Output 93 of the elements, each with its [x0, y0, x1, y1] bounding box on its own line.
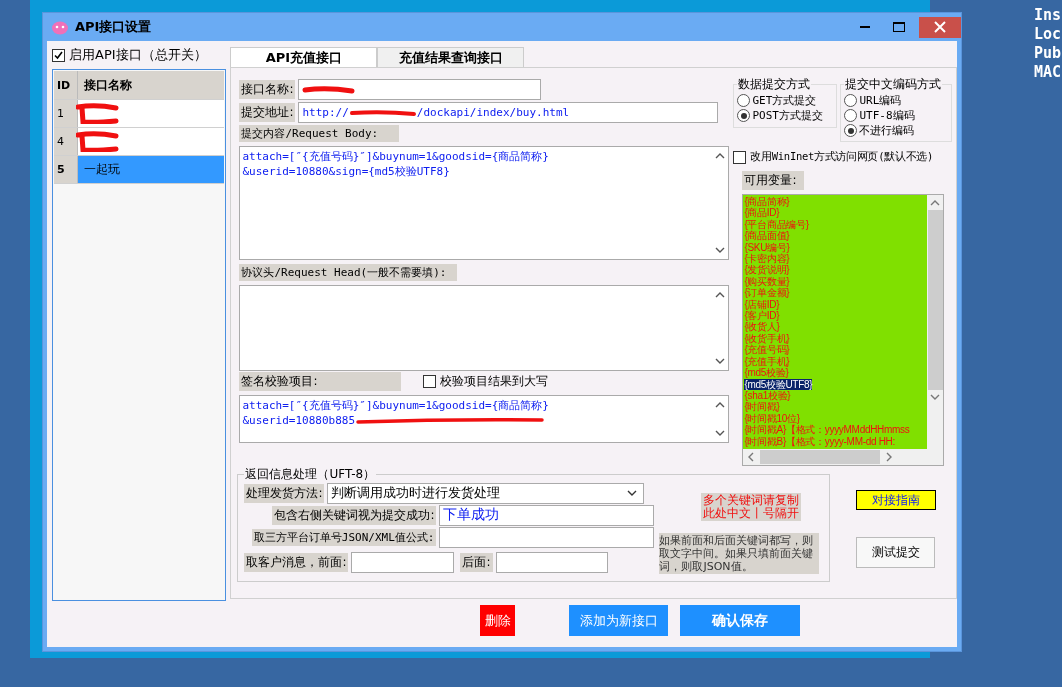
radio-option[interactable]: POST方式提交 [737, 108, 834, 123]
success-keyword-field[interactable]: 下单成功 [439, 504, 655, 526]
tab[interactable]: 充值结果查询接口 [377, 47, 525, 67]
uppercase-checkbox[interactable]: 校验项目结果到大写 [423, 373, 549, 390]
desktop-text: Loc [1034, 25, 1062, 44]
variable-item[interactable]: {时间戳} [744, 401, 780, 413]
variable-item[interactable]: {卡密内容} [744, 253, 790, 265]
field-label: 可用变量: [742, 171, 805, 190]
maximize-icon [893, 22, 905, 32]
delete-button[interactable]: 删除 [480, 605, 515, 636]
chevron-down-icon[interactable] [714, 247, 725, 253]
field-label: 后面: [460, 552, 493, 572]
chevron-down-icon[interactable] [714, 358, 725, 364]
chevron-up-icon[interactable] [714, 153, 725, 159]
variable-item[interactable]: {收货人} [744, 321, 780, 333]
variable-item[interactable]: {充值手机} [744, 355, 790, 368]
window-title: API接口设置 [75, 18, 152, 36]
chevron-right-icon[interactable] [886, 452, 893, 462]
field-label: 取客户消息，前面: [244, 552, 349, 572]
add-button[interactable]: 添加为新接口 [569, 605, 668, 636]
wininet-checkbox[interactable]: 改用WinInet方式访问网页(默认不选) [733, 149, 956, 165]
url-field[interactable]: http:// /dockapi/index/buy.html [298, 102, 719, 123]
chevron-down-icon[interactable] [714, 430, 725, 436]
table-cell: 1 [54, 100, 78, 127]
message-after-field[interactable] [495, 551, 608, 573]
variable-item[interactable]: {sha1校验} [744, 389, 791, 402]
variable-item[interactable]: {时间戳10位} [744, 412, 800, 425]
method-dropdown[interactable]: 判断调用成功时进行发货处理 [327, 482, 645, 504]
variable-item[interactable]: {收货手机} [744, 332, 790, 345]
field-label: 提交内容/Request Body: [239, 125, 400, 142]
field-label: 提交地址: [239, 103, 296, 122]
body-text-line: &userid=10880&sign={md5校验UTF8} [242, 164, 451, 179]
name-field[interactable] [298, 79, 542, 100]
radio-option[interactable]: UTF-8编码 [844, 108, 949, 123]
variable-item[interactable]: {购买数量} [744, 275, 790, 288]
radio-option[interactable]: URL编码 [844, 93, 949, 108]
desktop-text: Ins [1034, 6, 1062, 25]
group-title: 提交中文编码方式 [844, 76, 943, 93]
field-label: 协议头/Request Head(一般不需要填): [239, 264, 458, 281]
radio-option[interactable]: GET方式提交 [737, 93, 834, 108]
variable-item[interactable]: {时间戳A}【格式：yyyyMMddHHmmss [744, 424, 910, 436]
tab[interactable]: API充值接口 [230, 47, 378, 67]
variable-item[interactable]: {店铺ID} [744, 298, 780, 311]
variable-item[interactable]: {发货说明} [744, 264, 790, 276]
sign-field[interactable]: attach=[″{充值号码}″]&buynum=1&goodsid={商品简称} &userid=10880b885 [239, 395, 730, 443]
field-label: 取三方平台订单号JSON/XML值公式: [251, 528, 437, 546]
close-button[interactable] [919, 16, 961, 38]
desktop-text: Pub [1034, 44, 1062, 63]
field-label: 包含右侧关键词视为提交成功: [272, 505, 437, 525]
chevron-left-icon[interactable] [748, 452, 755, 462]
group-title: 返回信息处理（UFT-8） [244, 466, 377, 483]
order-formula-field[interactable] [439, 526, 655, 548]
request-body-field[interactable]: attach=[″{充值号码}″]&buynum=1&goodsid={商品简称} &userid=10880&sign={md5校验UTF8} [239, 146, 730, 260]
field-label: 接口名称: [239, 80, 296, 99]
checkmark-icon [53, 49, 64, 61]
radio-option[interactable]: 不进行编码 [844, 123, 949, 138]
close-icon [934, 21, 946, 33]
field-label: 签名校验项目: [239, 372, 402, 391]
sign-text-line: &userid=10880b885 [242, 413, 355, 428]
variable-item[interactable]: {商品简称} [744, 196, 790, 208]
chevron-up-icon[interactable] [930, 200, 941, 206]
minimize-icon [860, 26, 870, 28]
master-switch-checkbox[interactable]: 启用API接口（总开关） [52, 47, 227, 63]
variable-item[interactable]: {充值号码} [744, 344, 790, 356]
desktop-text: MAC [1034, 63, 1062, 82]
keyword-note: 多个关键词请复制 此处中文丨号隔开 [701, 493, 802, 521]
url-text: /dockapi/index/buy.html [416, 106, 570, 119]
chevron-up-icon[interactable] [714, 402, 725, 408]
chevron-up-icon[interactable] [714, 292, 725, 298]
chevron-down-icon[interactable] [930, 394, 941, 400]
hint-text: 如果前面和后面关键词都写，则取文字中间。如果只填前面关键词，则取JSON值。 [659, 533, 820, 574]
variable-item[interactable]: {平台商品编号} [744, 218, 809, 231]
variable-item[interactable]: {商品面值} [744, 230, 790, 242]
variable-item[interactable]: {客户ID} [744, 310, 780, 322]
sign-text-line: attach=[″{充值号码}″]&buynum=1&goodsid={商品简称} [242, 398, 549, 413]
app-icon [51, 19, 69, 35]
variable-item[interactable]: {SKU编号} [744, 241, 790, 254]
save-button[interactable]: 确认保存 [680, 605, 800, 636]
table-cell: 5 [54, 156, 78, 183]
field-label: 处理发货方法: [244, 483, 325, 503]
variable-item[interactable]: {md5校验} [744, 367, 789, 379]
table-cell: 一起玩 [84, 161, 120, 178]
request-head-field[interactable] [239, 285, 730, 371]
url-text: http:// [302, 106, 349, 119]
variable-item[interactable]: {商品ID} [744, 207, 780, 219]
variable-item[interactable]: {订单金额} [744, 287, 790, 299]
message-before-field[interactable] [351, 551, 455, 573]
group-title: 数据提交方式 [737, 76, 812, 93]
test-button[interactable]: 测试提交 [856, 537, 936, 568]
variable-item[interactable]: {时间戳B}【格式：yyyy-MM-dd HH: [744, 435, 895, 447]
body-text-line: attach=[″{充值号码}″]&buynum=1&goodsid={商品简称} [242, 149, 550, 164]
table-cell: 4 [54, 128, 78, 155]
guide-button[interactable]: 对接指南 [856, 490, 937, 510]
